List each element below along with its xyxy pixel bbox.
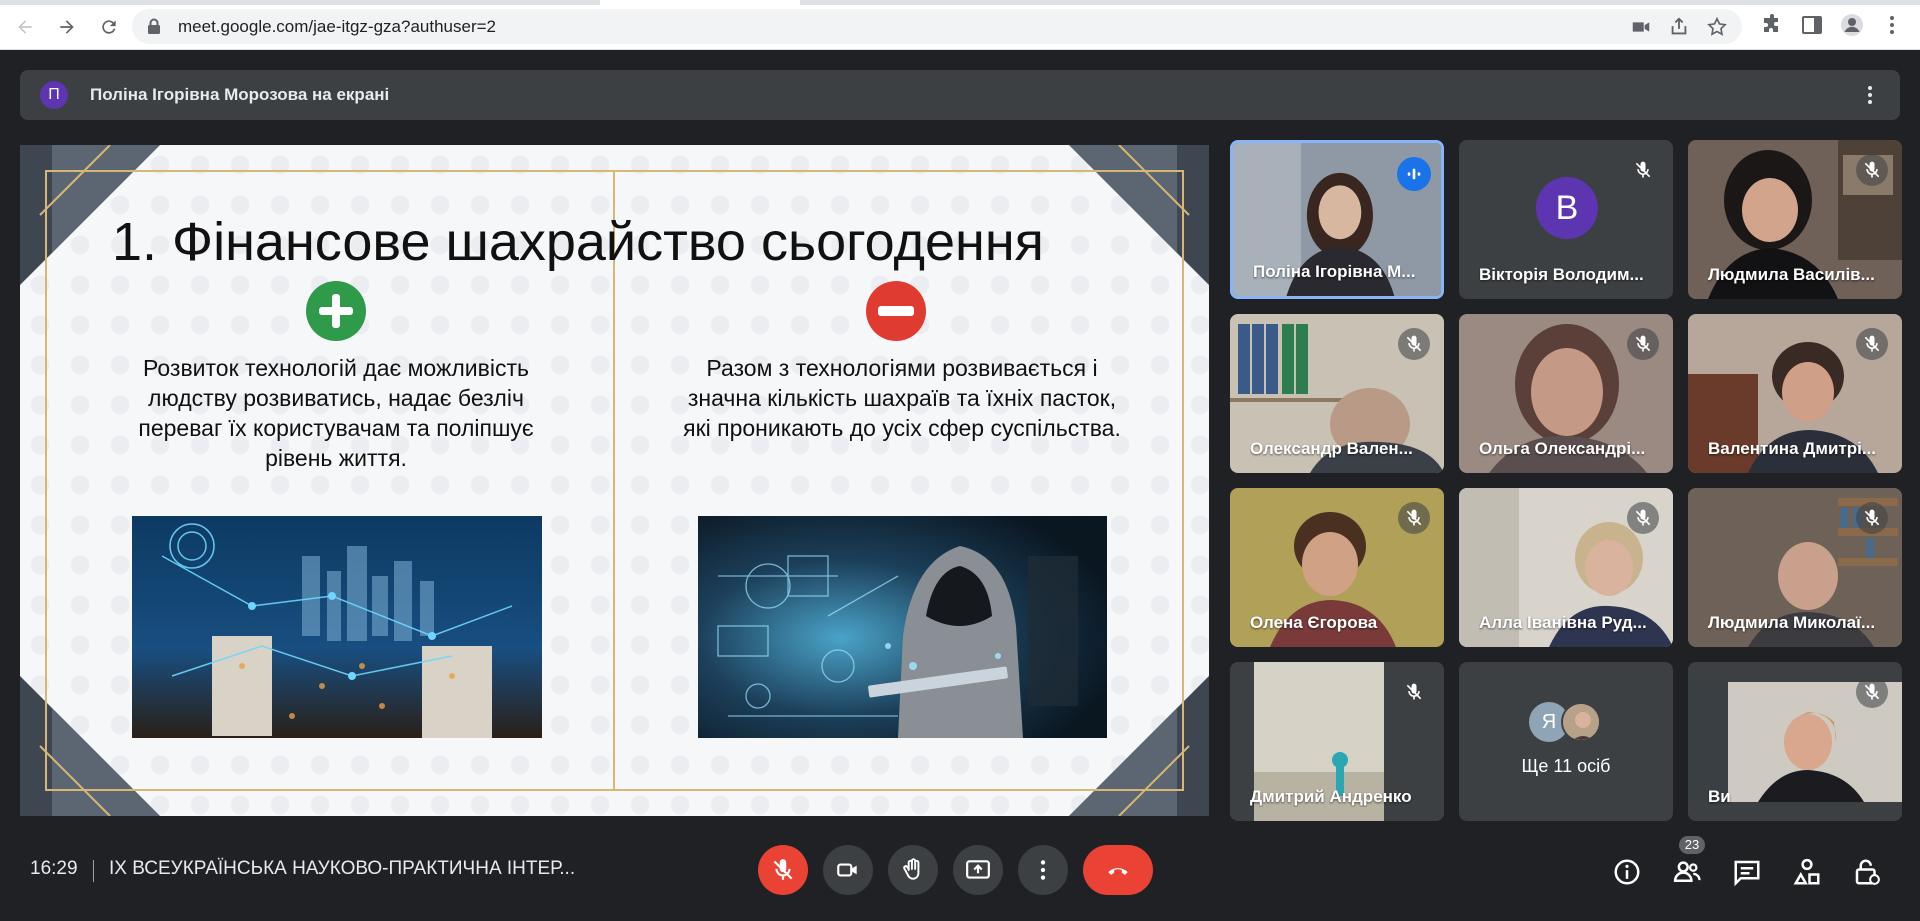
extensions-icon[interactable]: [1760, 13, 1784, 37]
back-icon[interactable]: [10, 12, 40, 42]
camera-icon: [837, 863, 857, 877]
more-participants-label: Ще 11 осіб: [1521, 756, 1611, 776]
present-screen-button[interactable]: [953, 845, 1003, 895]
slide-title: 1. Фінансове шахрайство сьогодення: [112, 212, 1044, 272]
meeting-details-icon[interactable]: [1612, 857, 1642, 887]
participant-name: Поліна Ігорівна М...: [1253, 262, 1416, 281]
tab-strip: [0, 0, 1920, 5]
mic-off-icon: [1856, 328, 1888, 360]
mic-off-icon: [773, 859, 793, 880]
participant-tile[interactable]: Олена Єгорова: [1230, 488, 1444, 647]
present-icon: [966, 860, 990, 879]
share-icon[interactable]: [1668, 16, 1690, 38]
participant-tile[interactable]: Ольга Олександрі...: [1459, 314, 1673, 473]
meeting-title: IX ВСЕУКРАЇНСЬКА НАУКОВО-ПРАКТИЧНА ІНТЕР…: [109, 858, 576, 879]
participant-tile[interactable]: Поліна Ігорівна М...: [1230, 140, 1444, 299]
raise-hand-button[interactable]: [888, 845, 938, 895]
participant-count-badge: 23: [1679, 836, 1705, 854]
participant-name: Олена Єгорова: [1250, 613, 1378, 632]
participant-tile[interactable]: Алла Іванівна Руд...: [1459, 488, 1673, 647]
slide-left-text: Розвиток технологій дає можливість людст…: [138, 355, 534, 471]
chat-icon[interactable]: [1732, 857, 1762, 887]
activities-icon[interactable]: [1792, 857, 1822, 887]
people-icon[interactable]: [1672, 857, 1702, 887]
separator: [93, 860, 94, 882]
active-tab[interactable]: [600, 0, 800, 5]
mic-off-icon: [1627, 328, 1659, 360]
presenter-avatar: П: [40, 81, 68, 109]
reload-icon[interactable]: [94, 12, 124, 42]
hang-up-icon: [1108, 868, 1128, 875]
hacker-image: [698, 516, 1107, 738]
lock-icon[interactable]: [146, 18, 162, 35]
presenter-banner: П Поліна Ігорівна Морозова на екрані: [20, 70, 1900, 120]
meeting-controls-bar: 16:29 IX ВСЕУКРАЇНСЬКА НАУКОВО-ПРАКТИЧНА…: [0, 830, 1920, 921]
camera-toggle-button[interactable]: [823, 845, 873, 895]
url-text[interactable]: meet.google.com/jae-itgz-gza?authuser=2: [178, 9, 496, 44]
shared-screen: 1. Фінансове шахрайство сьогодення Розви…: [20, 145, 1209, 816]
participant-tile[interactable]: Дмитрий Андренко: [1230, 662, 1444, 821]
participant-name: Людмила Миколаї...: [1708, 613, 1876, 632]
participant-tile[interactable]: Людмила Миколаї...: [1688, 488, 1902, 647]
mic-off-icon: [1856, 676, 1888, 708]
participant-tile[interactable]: Олександр Вален...: [1230, 314, 1444, 473]
participant-tile[interactable]: Людмила Василів...: [1688, 140, 1902, 299]
slide-right-text: Разом з технологіями розвивається і знач…: [683, 355, 1121, 441]
participant-name: Ви: [1708, 787, 1731, 806]
participant-name: Людмила Василів...: [1708, 265, 1875, 284]
address-bar[interactable]: meet.google.com/jae-itgz-gza?authuser=2: [132, 9, 1742, 44]
camera-in-use-icon[interactable]: [1630, 16, 1652, 38]
participant-name: Валентина Дмитрі...: [1708, 439, 1876, 458]
mic-off-icon: [1398, 676, 1430, 708]
minus-circle-icon: [866, 281, 926, 341]
more-participants-tile[interactable]: Я Ще 11 осіб: [1459, 662, 1673, 821]
host-controls-icon[interactable]: [1852, 857, 1882, 887]
mic-off-icon: [1627, 502, 1659, 534]
participant-name: Ольга Олександрі...: [1479, 439, 1646, 458]
participant-name: Дмитрий Андренко: [1250, 787, 1412, 806]
participant-name: Вікторія Володим...: [1479, 265, 1644, 284]
browser-menu-icon[interactable]: [1880, 13, 1904, 37]
mic-off-icon: [1398, 502, 1430, 534]
participant-tile[interactable]: В Вікторія Володим...: [1459, 140, 1673, 299]
banner-more-icon[interactable]: [1858, 83, 1882, 107]
microphone-toggle-button[interactable]: [758, 845, 808, 895]
forward-icon[interactable]: [52, 12, 82, 42]
profile-avatar-icon[interactable]: [1840, 13, 1864, 37]
browser-chrome: meet.google.com/jae-itgz-gza?authuser=2: [0, 0, 1920, 50]
mic-off-icon: [1856, 502, 1888, 534]
bookmark-star-icon[interactable]: [1706, 16, 1728, 38]
leave-call-button[interactable]: [1083, 845, 1153, 895]
speaking-indicator-icon: [1397, 157, 1431, 191]
more-options-button[interactable]: [1018, 845, 1068, 895]
plus-circle-icon: [306, 281, 366, 341]
meeting-clock: 16:29: [30, 858, 78, 879]
more-vert-icon: [1040, 860, 1046, 880]
mic-off-icon: [1856, 154, 1888, 186]
participant-avatar-photo: [1561, 702, 1601, 742]
side-panel-icon[interactable]: [1800, 13, 1824, 37]
smart-city-image: [132, 516, 542, 738]
participant-name: Олександр Вален...: [1250, 439, 1413, 458]
presenter-label: Поліна Ігорівна Морозова на екрані: [90, 85, 390, 104]
participant-avatar: В: [1536, 177, 1598, 239]
hand-icon: [903, 858, 920, 880]
mic-off-icon: [1398, 328, 1430, 360]
self-view-tile[interactable]: Ви: [1688, 662, 1902, 821]
mic-off-icon: [1627, 154, 1659, 186]
participant-tile[interactable]: Валентина Дмитрі...: [1688, 314, 1902, 473]
participant-name: Алла Іванівна Руд...: [1479, 613, 1647, 632]
